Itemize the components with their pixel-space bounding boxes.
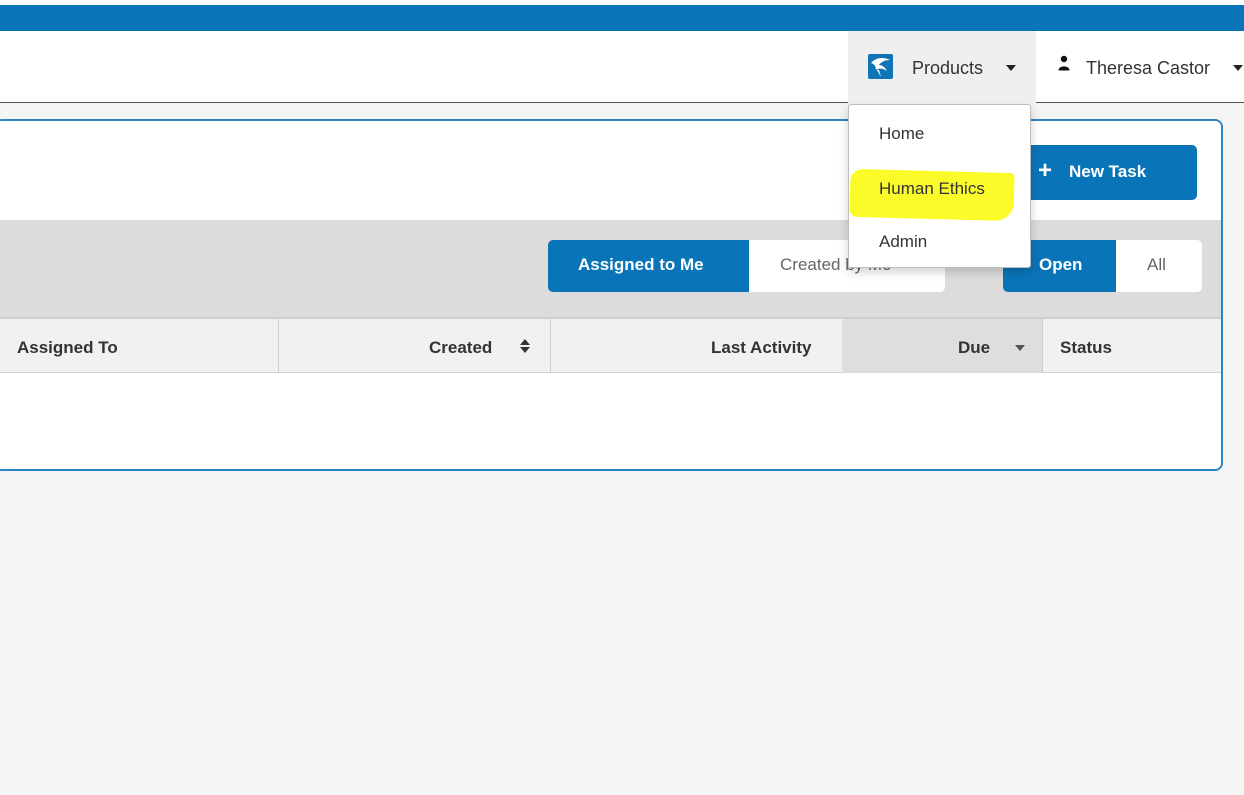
column-due[interactable]: Due <box>842 319 1042 373</box>
app-logo-icon <box>868 54 893 79</box>
user-caret-down-icon <box>1233 65 1243 71</box>
menu-item-admin[interactable]: Admin <box>849 215 1030 269</box>
menu-item-human-ethics-label: Human Ethics <box>879 179 985 198</box>
user-icon <box>1058 55 1070 71</box>
filter-bar: Assigned to Me Created by Me Open All <box>0 220 1221 317</box>
filter-all-label: All <box>1147 255 1166 274</box>
column-status[interactable]: Status <box>1042 319 1221 373</box>
navbar: Products Theresa Castor <box>0 31 1244 103</box>
column-status-label: Status <box>1060 338 1112 357</box>
user-menu-toggle[interactable]: Theresa Castor <box>1045 31 1244 103</box>
filter-all[interactable]: All <box>1116 240 1202 292</box>
products-caret-down-icon <box>1006 65 1016 71</box>
filter-assigned-to-me[interactable]: Assigned to Me <box>548 240 749 292</box>
tasks-panel: + New Task Assigned to Me Created by Me … <box>0 119 1223 471</box>
products-menu-toggle[interactable]: Products <box>848 31 1036 103</box>
user-name: Theresa Castor <box>1086 58 1211 78</box>
products-label: Products <box>912 58 984 78</box>
new-task-button[interactable]: + New Task <box>1012 145 1197 200</box>
column-created[interactable]: Created <box>278 319 550 373</box>
column-created-label: Created <box>429 338 493 357</box>
menu-item-admin-label: Admin <box>879 232 928 251</box>
column-assigned-to[interactable]: Assigned To <box>0 319 278 373</box>
column-last-activity[interactable]: Last Activity <box>550 319 842 373</box>
sort-both-icon <box>520 339 530 353</box>
menu-item-home[interactable]: Home <box>849 105 1030 161</box>
panel-header: + New Task <box>0 121 1221 220</box>
column-due-label: Due <box>958 338 991 357</box>
plus-icon: + <box>1038 157 1053 184</box>
filter-open-label: Open <box>1039 255 1083 274</box>
column-last-activity-label: Last Activity <box>711 338 812 357</box>
top-strip <box>0 0 1244 5</box>
table-header: Assigned To Created Last Activity Due St… <box>0 317 1221 373</box>
new-task-label: New Task <box>1069 162 1147 181</box>
menu-item-human-ethics[interactable]: Human Ethics <box>849 161 1030 215</box>
menu-item-home-label: Home <box>879 124 925 143</box>
filter-assigned-to-me-label: Assigned to Me <box>578 255 704 274</box>
column-assigned-to-label: Assigned To <box>17 338 118 357</box>
sort-desc-icon <box>1015 345 1025 351</box>
table-body-empty <box>0 373 1221 469</box>
products-dropdown-menu: Home Human Ethics Admin <box>848 104 1031 268</box>
